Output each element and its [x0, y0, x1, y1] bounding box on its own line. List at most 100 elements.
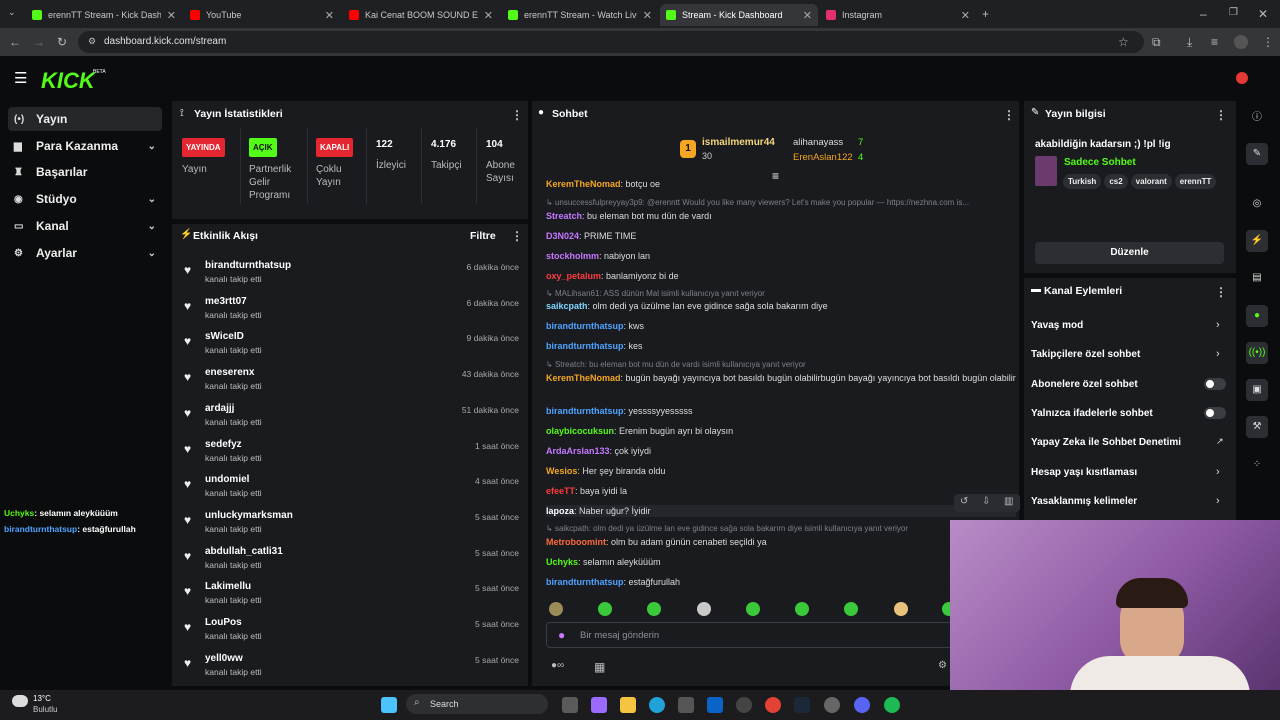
- activity-item[interactable]: ♥ Lakimellu kanalı takip etti 5 saat önce: [184, 581, 524, 613]
- spotify-icon[interactable]: [884, 697, 900, 713]
- channel-actions-menu-icon[interactable]: ⋮: [1215, 285, 1227, 299]
- chat-username[interactable]: lapoza: [546, 506, 574, 516]
- chat-username[interactable]: saikcpath: [546, 301, 588, 311]
- windows-start-icon[interactable]: [381, 697, 397, 713]
- activity-item[interactable]: ♥ ardajjj kanalı takip etti 51 dakika önce: [184, 403, 524, 435]
- emote-icon[interactable]: [795, 602, 809, 616]
- minimize-icon[interactable]: –: [1200, 8, 1207, 20]
- sidebar-item-studyo[interactable]: ◉ Stüdyo ⌄: [8, 187, 162, 211]
- emote-icon[interactable]: [894, 602, 908, 616]
- activity-menu-icon[interactable]: ⋮: [511, 229, 523, 243]
- chat-message[interactable]: efeeTT: baya iyidi la: [546, 485, 1016, 497]
- notification-avatar-icon[interactable]: [1236, 72, 1248, 84]
- emote-menu-icon[interactable]: ●∞: [551, 661, 564, 671]
- profile-avatar-icon[interactable]: [1234, 35, 1248, 49]
- browser-tab-3[interactable]: Kai Cenat BOOM SOUND EFFECT✕: [343, 4, 499, 26]
- activity-filter-button[interactable]: Filtre: [470, 230, 496, 242]
- delete-icon[interactable]: ▥: [1004, 497, 1013, 507]
- chat-menu-icon[interactable]: ⋮: [1003, 108, 1015, 122]
- chat-message[interactable]: KeremTheNomad: botçu oe: [546, 178, 1016, 190]
- chrome-icon[interactable]: [765, 697, 781, 713]
- subscribers-only-toggle[interactable]: [1204, 378, 1226, 390]
- layout-rail-icon[interactable]: ▣: [1246, 379, 1268, 401]
- close-window-icon[interactable]: ✕: [1258, 8, 1268, 20]
- reload-icon[interactable]: ↻: [57, 36, 67, 48]
- activity-item[interactable]: ♥ eneserenx kanalı takip etti 43 dakika önc…: [184, 367, 524, 399]
- edit-rail-icon[interactable]: ✎: [1246, 143, 1268, 165]
- apps-rail-icon[interactable]: ⁘: [1246, 454, 1268, 476]
- chat-message[interactable]: lapoza: Naber uğur? İyidir: [546, 505, 1016, 517]
- chat-username[interactable]: oxy_petalum: [546, 271, 601, 281]
- chat-username[interactable]: D3N024: [546, 231, 579, 241]
- stream-info-menu-icon[interactable]: ⋮: [1215, 108, 1227, 122]
- wrench-rail-icon[interactable]: ⚒: [1246, 416, 1268, 438]
- chat-username[interactable]: birandturnthatsup: [546, 321, 624, 331]
- forward-icon[interactable]: →: [33, 36, 45, 48]
- lightning-rail-icon[interactable]: ⚡: [1246, 230, 1268, 252]
- activity-item[interactable]: ♥ undomiel kanalı takip etti 4 saat önce: [184, 474, 524, 506]
- activity-item[interactable]: ♥ sedefyz kanalı takip etti 1 saat önce: [184, 439, 524, 471]
- taskbar-search[interactable]: [406, 694, 548, 714]
- browser-tab-6[interactable]: Instagram ✕: [820, 4, 976, 26]
- document-rail-icon[interactable]: ▤: [1246, 267, 1268, 289]
- edit-button[interactable]: Düzenle: [1035, 242, 1224, 264]
- broadcast-rail-icon[interactable]: ((•)): [1246, 342, 1268, 364]
- sidebar-item-yayin[interactable]: (•) Yayın: [8, 107, 162, 131]
- bookmark-star-icon[interactable]: ☆: [1118, 36, 1129, 48]
- action-ai-moderation[interactable]: Yapay Zeka ile Sohbet Denetimi: [1031, 437, 1181, 448]
- chat-username[interactable]: ArdaArslan133: [546, 446, 610, 456]
- extensions-icon[interactable]: ⧉: [1152, 36, 1161, 48]
- task-view-icon[interactable]: [562, 697, 578, 713]
- media-icon[interactable]: ≡: [1211, 36, 1218, 48]
- file-explorer-icon[interactable]: [620, 697, 636, 713]
- activity-item[interactable]: ♥ LouPos kanalı takip etti 5 saat önce: [184, 617, 524, 649]
- url-input[interactable]: dashboard.kick.com/stream: [78, 31, 1144, 53]
- close-tab-icon[interactable]: ✕: [803, 9, 812, 22]
- pin-icon[interactable]: ⇩: [982, 497, 990, 507]
- stats-menu-icon[interactable]: ⋮: [511, 108, 523, 122]
- chat-settings-icon[interactable]: ⚙: [938, 661, 947, 671]
- chat-username[interactable]: birandturnthatsup: [546, 577, 624, 587]
- back-icon[interactable]: ←: [9, 36, 21, 48]
- tab-list-icon[interactable]: ⌄: [8, 8, 16, 17]
- chat-message[interactable]: birandturnthatsup: kws: [546, 320, 1016, 332]
- download-icon[interactable]: ⤓: [1187, 36, 1192, 48]
- sidebar-item-basarilar[interactable]: ♜ Başarılar: [8, 160, 162, 184]
- browser-menu-icon[interactable]: ⋮: [1262, 36, 1274, 48]
- close-tab-icon[interactable]: ✕: [484, 9, 493, 22]
- emotes-only-toggle[interactable]: [1204, 407, 1226, 419]
- sidebar-item-kanal[interactable]: ▭ Kanal ⌄: [8, 214, 162, 238]
- mic-icon[interactable]: ●: [558, 629, 565, 641]
- leader-2-name[interactable]: alihanayass: [793, 137, 843, 148]
- chat-message[interactable]: birandturnthatsup: kes: [546, 340, 1016, 352]
- chat-message[interactable]: Uchyks: selamın aleyküüüm: [546, 556, 1016, 568]
- activity-item[interactable]: ♥ birandturnthatsup kanalı takip etti 6 dak…: [184, 260, 524, 292]
- copilot-icon[interactable]: [591, 697, 607, 713]
- store-taskbar-icon[interactable]: [678, 697, 694, 713]
- browser-tab-2[interactable]: YouTube ✕: [184, 4, 340, 26]
- chat-message[interactable]: stockholmm: nabiyon lan: [546, 250, 1016, 262]
- leader-1-name[interactable]: ismailmemur44: [702, 137, 775, 148]
- emote-icon[interactable]: [746, 602, 760, 616]
- chat-message[interactable]: saikcpath: olm dedi ya üzülme lan eve gi…: [546, 300, 1016, 312]
- category-name[interactable]: Sadece Sohbet: [1064, 157, 1136, 168]
- chat-message[interactable]: Metroboomint: olm bu adam günün cenabeti…: [546, 536, 1016, 548]
- chat-username[interactable]: efeeTT: [546, 486, 575, 496]
- close-tab-icon[interactable]: ✕: [961, 9, 970, 22]
- leader-3-name[interactable]: ErenAslan122: [793, 152, 853, 163]
- maximize-icon[interactable]: ❐: [1229, 8, 1238, 18]
- discord-icon[interactable]: [854, 697, 870, 713]
- edge-icon[interactable]: [649, 697, 665, 713]
- steam-icon[interactable]: [794, 697, 810, 713]
- emote-icon[interactable]: [844, 602, 858, 616]
- close-tab-icon[interactable]: ✕: [325, 9, 334, 22]
- store-icon[interactable]: ▦: [594, 661, 605, 673]
- emote-icon[interactable]: [598, 602, 612, 616]
- browser-tab-1[interactable]: erennTT Stream - Kick Dashboard✕: [26, 4, 182, 26]
- close-tab-icon[interactable]: ✕: [643, 9, 652, 22]
- browser-tab-5-active[interactable]: Stream - Kick Dashboard ✕: [660, 4, 818, 26]
- emote-icon[interactable]: [697, 602, 711, 616]
- chat-message[interactable]: Wesios: Her şey biranda oldu: [546, 465, 1016, 477]
- chat-rail-icon[interactable]: ●: [1246, 305, 1268, 327]
- chat-username[interactable]: KeremTheNomad: [546, 179, 621, 189]
